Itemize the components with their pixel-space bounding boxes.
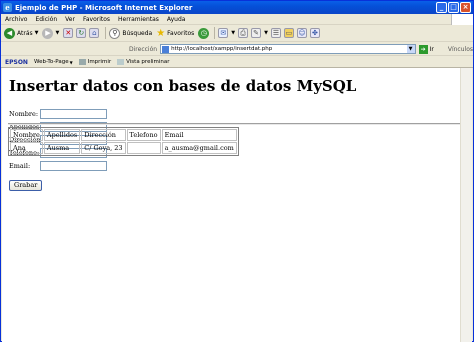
table-header-cell: Apellidos xyxy=(43,129,81,141)
browser-window: e Ejemplo de PHP - Microsoft Internet Ex… xyxy=(0,0,474,342)
table-cell xyxy=(126,142,161,154)
records-table: Nombre Apellidos Dirección Telefono Emai… xyxy=(8,127,239,156)
vertical-scrollbar[interactable] xyxy=(460,68,472,342)
stop-icon[interactable]: ✕ xyxy=(63,28,74,38)
maximize-button[interactable]: □ xyxy=(448,2,459,13)
print-label: Imprimir xyxy=(87,59,112,65)
address-bar: Dirección http://localhost/xampp/insertd… xyxy=(1,43,473,56)
nombre-input[interactable] xyxy=(40,108,107,119)
address-url: http://localhost/xampp/insertdat.php xyxy=(171,46,273,52)
page-content: Insertar datos con bases de datos MySQL … xyxy=(2,68,461,342)
search-label: Búsqueda xyxy=(122,29,153,37)
preview-button[interactable]: Vista preliminar xyxy=(117,59,170,65)
table-header-cell: Email xyxy=(161,129,237,141)
favorites-label: Favoritos xyxy=(167,29,195,37)
search-button[interactable]: ⚲ Búsqueda xyxy=(109,27,153,39)
form-row-nombre: Nombre: xyxy=(9,107,461,120)
print-icon[interactable]: ⎙ xyxy=(238,28,249,38)
go-label: Ir xyxy=(429,45,434,53)
title-bar: e Ejemplo de PHP - Microsoft Internet Ex… xyxy=(1,1,473,14)
go-arrow-icon: ➔ xyxy=(418,44,428,54)
nombre-label: Nombre: xyxy=(9,109,39,118)
table-cell: Ana xyxy=(10,142,43,154)
home-icon[interactable]: ⌂ xyxy=(89,28,100,38)
email-label: Email: xyxy=(9,161,31,170)
chevron-down-icon: ▼ xyxy=(264,30,268,36)
history-icon[interactable]: ◷ xyxy=(198,27,210,39)
menu-ayuda[interactable]: Ayuda xyxy=(163,16,190,23)
research-icon[interactable]: ✤ xyxy=(309,28,320,38)
menu-archivo[interactable]: Archivo xyxy=(1,16,31,23)
table-header-row: Nombre Apellidos Dirección Telefono Emai… xyxy=(10,129,237,141)
preview-icon xyxy=(117,59,125,65)
print-button[interactable]: Imprimir xyxy=(78,59,112,65)
menu-bar: Archivo Edición Ver Favoritos Herramient… xyxy=(1,14,473,25)
epson-toolbar: EPSON Web-To-Page ▼ Imprimir Vista preli… xyxy=(1,57,473,68)
printer-icon xyxy=(78,59,86,65)
address-label: Dirección xyxy=(129,45,158,53)
table-cell: C/ Goya, 23 xyxy=(81,142,126,154)
go-button[interactable]: ➔ Ir xyxy=(418,44,434,54)
email-input[interactable] xyxy=(40,160,107,171)
ie-icon: e xyxy=(3,3,12,12)
form-row-email: Email: xyxy=(9,159,461,172)
address-field[interactable]: http://localhost/xampp/insertdat.php ▼ xyxy=(160,44,416,54)
toolbar-separator xyxy=(105,27,107,39)
window-title: Ejemplo de PHP - Microsoft Internet Expl… xyxy=(15,3,193,12)
menu-ver[interactable]: Ver xyxy=(61,16,79,23)
chevron-down-icon: ▼ xyxy=(231,30,236,36)
table-cell: a_ausma@gmail.com xyxy=(161,142,237,154)
back-button[interactable]: ◀ Atrás ▼ xyxy=(4,27,39,39)
chevron-down-icon: ▼ xyxy=(34,30,39,36)
toolbar-separator xyxy=(214,27,216,39)
menu-edicion[interactable]: Edición xyxy=(31,16,61,23)
edit-icon[interactable]: ✎ xyxy=(251,28,262,38)
chevron-down-icon: ▼ xyxy=(69,59,73,65)
forward-arrow-icon: ▶ xyxy=(42,27,54,39)
mail-icon[interactable]: ✉ xyxy=(218,28,229,38)
forward-button[interactable]: ▶ ▼ xyxy=(42,27,60,39)
folder-icon[interactable]: ▭ xyxy=(283,28,294,38)
favorites-button[interactable]: ★ Favoritos xyxy=(156,28,194,39)
menu-herramientas[interactable]: Herramientas xyxy=(114,16,163,23)
horizontal-rule xyxy=(8,123,460,125)
links-label[interactable]: Vínculos xyxy=(448,46,473,53)
search-icon: ⚲ xyxy=(109,27,121,39)
messenger-icon[interactable]: ☺ xyxy=(296,28,307,38)
table-header-cell: Nombre xyxy=(10,129,43,141)
grabar-button[interactable]: Grabar xyxy=(9,179,43,191)
table-header-cell: Telefono xyxy=(126,129,161,141)
close-button[interactable]: × xyxy=(460,2,471,13)
chevron-down-icon[interactable]: ▼ xyxy=(406,45,415,53)
windows-logo-icon xyxy=(451,14,473,25)
refresh-icon[interactable]: ↻ xyxy=(76,28,87,38)
epson-logo: EPSON xyxy=(5,58,28,66)
table-row: Ana Ausma C/ Goya, 23 a_ausma@gmail.com xyxy=(10,142,237,154)
page-icon xyxy=(162,45,170,53)
chevron-down-icon: ▼ xyxy=(55,30,60,36)
web-to-page-label: Web-To-Page xyxy=(33,59,69,65)
table-cell: Ausma xyxy=(43,142,81,154)
discuss-icon[interactable]: ☰ xyxy=(270,28,281,38)
preview-label: Vista preliminar xyxy=(126,59,170,65)
back-arrow-icon: ◀ xyxy=(4,27,15,39)
toolbar: ◀ Atrás ▼ ▶ ▼ ✕ ↻ ⌂ ⚲ Búsqueda ★ Favorit… xyxy=(1,25,473,42)
minimize-button[interactable]: _ xyxy=(436,2,447,13)
page-title: Insertar datos con bases de datos MySQL xyxy=(9,77,357,95)
back-label: Atrás xyxy=(17,29,33,37)
star-icon: ★ xyxy=(156,27,166,39)
web-to-page-menu[interactable]: Web-To-Page ▼ xyxy=(34,59,73,65)
table-header-cell: Dirección xyxy=(81,129,126,141)
menu-favoritos[interactable]: Favoritos xyxy=(79,16,114,23)
